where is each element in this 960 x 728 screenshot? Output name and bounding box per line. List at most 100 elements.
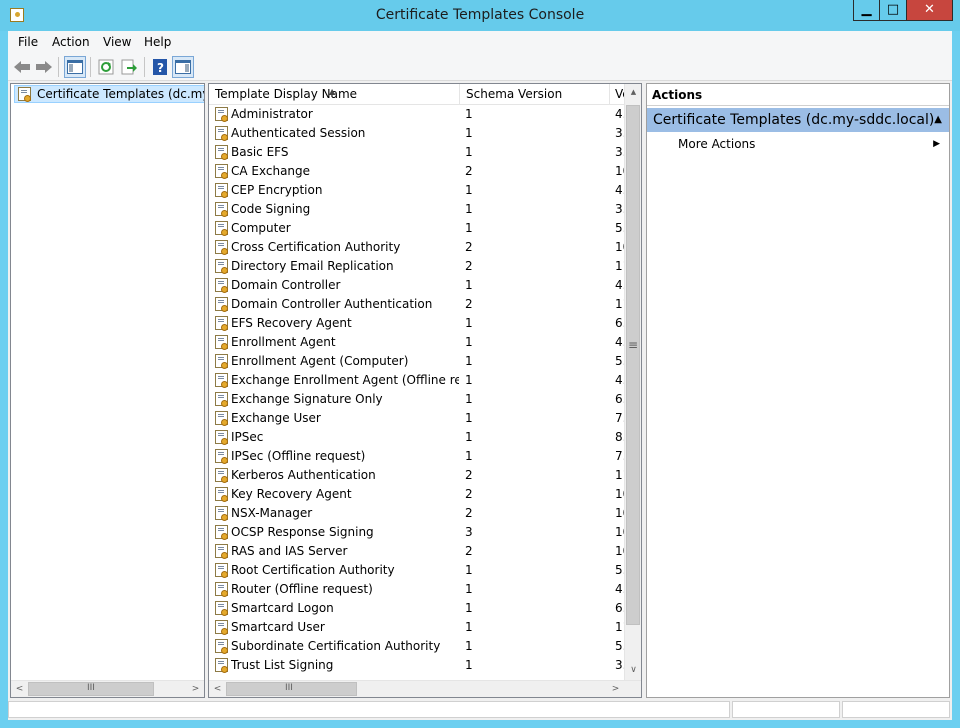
- table-row[interactable]: Authenticated Session13.1: [209, 124, 627, 143]
- actions-section-certificate-templates[interactable]: Certificate Templates (dc.my-sddc.local)…: [647, 108, 949, 132]
- template-display-name: OCSP Response Signing: [231, 525, 374, 539]
- maximize-button[interactable]: □: [880, 0, 907, 21]
- window-title: Certificate Templates Console: [375, 7, 585, 23]
- forward-arrow-icon[interactable]: [33, 56, 55, 78]
- menu-help[interactable]: Help: [144, 35, 171, 49]
- scroll-thumb[interactable]: [626, 105, 640, 625]
- template-display-name: Computer: [231, 221, 291, 235]
- table-row[interactable]: Basic EFS13.1: [209, 143, 627, 162]
- title-bar[interactable]: Certificate Templates Console ▁ □ ✕: [0, 0, 960, 31]
- table-row[interactable]: Trust List Signing13.1: [209, 656, 627, 675]
- refresh-icon[interactable]: [95, 56, 117, 78]
- actions-section-label: Certificate Templates (dc.my-sddc.local): [653, 112, 935, 128]
- schema-version: 2: [465, 544, 473, 558]
- help-icon[interactable]: ?: [149, 56, 171, 78]
- template-display-name: Basic EFS: [231, 145, 289, 159]
- schema-version: 2: [465, 297, 473, 311]
- table-row[interactable]: Exchange User17.1: [209, 409, 627, 428]
- table-row[interactable]: EFS Recovery Agent16.1: [209, 314, 627, 333]
- schema-version: 1: [465, 658, 473, 672]
- menu-action[interactable]: Action: [52, 35, 90, 49]
- menu-file[interactable]: File: [18, 35, 38, 49]
- table-row[interactable]: Kerberos Authentication2110.0: [209, 466, 627, 485]
- template-display-name: Domain Controller: [231, 278, 341, 292]
- submenu-arrow-icon: ▶: [933, 139, 940, 149]
- template-display-name: Administrator: [231, 107, 313, 121]
- actions-pane: Actions Certificate Templates (dc.my-sdd…: [646, 83, 950, 698]
- tree-horizontal-scrollbar[interactable]: < III >: [11, 680, 204, 697]
- table-row[interactable]: Domain Controller14.1: [209, 276, 627, 295]
- status-cell-main: [8, 701, 730, 718]
- scroll-right-arrow-icon[interactable]: >: [187, 681, 204, 697]
- scroll-right-arrow-icon[interactable]: >: [607, 681, 624, 697]
- scroll-left-arrow-icon[interactable]: <: [209, 681, 226, 697]
- certificate-template-icon: [215, 544, 228, 559]
- collapse-caret-icon[interactable]: ▲: [934, 108, 942, 132]
- table-row[interactable]: IPSec18.1: [209, 428, 627, 447]
- more-actions-item[interactable]: More Actions ▶: [678, 135, 944, 153]
- table-row[interactable]: Directory Email Replication2115.0: [209, 257, 627, 276]
- template-display-name: Cross Certification Authority: [231, 240, 401, 254]
- schema-version: 1: [465, 430, 473, 444]
- table-row[interactable]: Root Certification Authority15.1: [209, 561, 627, 580]
- scroll-left-arrow-icon[interactable]: <: [11, 681, 28, 697]
- certificate-template-icon: [215, 506, 228, 521]
- minimize-button[interactable]: ▁: [853, 0, 880, 21]
- status-cell-2: [732, 701, 840, 718]
- show-hide-action-pane-icon[interactable]: [172, 56, 194, 78]
- tree-item-certificate-templates[interactable]: Certificate Templates (dc.my-sddc.local): [14, 85, 204, 103]
- column-header-schema-version[interactable]: Schema Version: [460, 84, 610, 104]
- table-row[interactable]: Subordinate Certification Authority15.1: [209, 637, 627, 656]
- table-row[interactable]: Exchange Signature Only16.1: [209, 390, 627, 409]
- template-display-name: Smartcard Logon: [231, 601, 334, 615]
- scroll-up-arrow-icon[interactable]: ▲: [625, 84, 641, 101]
- certificate-template-icon: [215, 601, 228, 616]
- certificate-template-icon: [215, 373, 228, 388]
- table-row[interactable]: Computer15.1: [209, 219, 627, 238]
- table-row[interactable]: Code Signing13.1: [209, 200, 627, 219]
- table-row[interactable]: IPSec (Offline request)17.1: [209, 447, 627, 466]
- table-row[interactable]: Enrollment Agent14.1: [209, 333, 627, 352]
- schema-version: 1: [465, 316, 473, 330]
- certificate-template-icon: [215, 582, 228, 597]
- svg-text:?: ?: [157, 61, 164, 75]
- table-row[interactable]: Smartcard User111.1: [209, 618, 627, 637]
- table-row[interactable]: Administrator14.1: [209, 105, 627, 124]
- table-row[interactable]: RAS and IAS Server2101.0: [209, 542, 627, 561]
- column-header-template-display-name[interactable]: Template Display Name ▲: [209, 84, 460, 104]
- scroll-down-arrow-icon[interactable]: ∨: [625, 662, 641, 679]
- console-tree-pane[interactable]: Certificate Templates (dc.my-sddc.local)…: [10, 83, 205, 698]
- scroll-grip-icon: III: [87, 683, 95, 693]
- menu-bar: File Action View Help: [8, 31, 952, 53]
- table-row[interactable]: Exchange Enrollment Agent (Offline requ.…: [209, 371, 627, 390]
- table-row[interactable]: Router (Offline request)14.1: [209, 580, 627, 599]
- list-horizontal-scrollbar[interactable]: < III >: [209, 680, 641, 697]
- export-list-icon[interactable]: [118, 56, 140, 78]
- template-display-name: Key Recovery Agent: [231, 487, 352, 501]
- status-cell-3: [842, 701, 950, 718]
- schema-version: 1: [465, 202, 473, 216]
- table-row[interactable]: OCSP Response Signing3101.0: [209, 523, 627, 542]
- menu-view[interactable]: View: [103, 35, 131, 49]
- table-row[interactable]: NSX-Manager2100.2: [209, 504, 627, 523]
- certificate-template-icon: [215, 468, 228, 483]
- schema-version: 3: [465, 525, 473, 539]
- templates-list-pane[interactable]: Template Display Name ▲ Schema Version V…: [208, 83, 642, 698]
- template-display-name: Kerberos Authentication: [231, 468, 376, 482]
- back-arrow-icon[interactable]: [11, 56, 33, 78]
- table-row[interactable]: Key Recovery Agent2105.0: [209, 485, 627, 504]
- table-row[interactable]: CEP Encryption14.1: [209, 181, 627, 200]
- table-row[interactable]: Domain Controller Authentication2110.0: [209, 295, 627, 314]
- table-row[interactable]: Smartcard Logon16.1: [209, 599, 627, 618]
- close-button[interactable]: ✕: [907, 0, 953, 21]
- table-row[interactable]: Cross Certification Authority2105.0: [209, 238, 627, 257]
- template-display-name: RAS and IAS Server: [231, 544, 348, 558]
- table-row[interactable]: CA Exchange2106.0: [209, 162, 627, 181]
- table-row[interactable]: Enrollment Agent (Computer)15.1: [209, 352, 627, 371]
- list-vertical-scrollbar[interactable]: ▲ ≡ ∨: [624, 84, 641, 680]
- certificate-template-icon: [215, 658, 228, 673]
- template-display-name: Exchange Signature Only: [231, 392, 383, 406]
- show-hide-console-tree-icon[interactable]: [64, 56, 86, 78]
- schema-version: 1: [465, 582, 473, 596]
- certificate-template-icon: [215, 145, 228, 160]
